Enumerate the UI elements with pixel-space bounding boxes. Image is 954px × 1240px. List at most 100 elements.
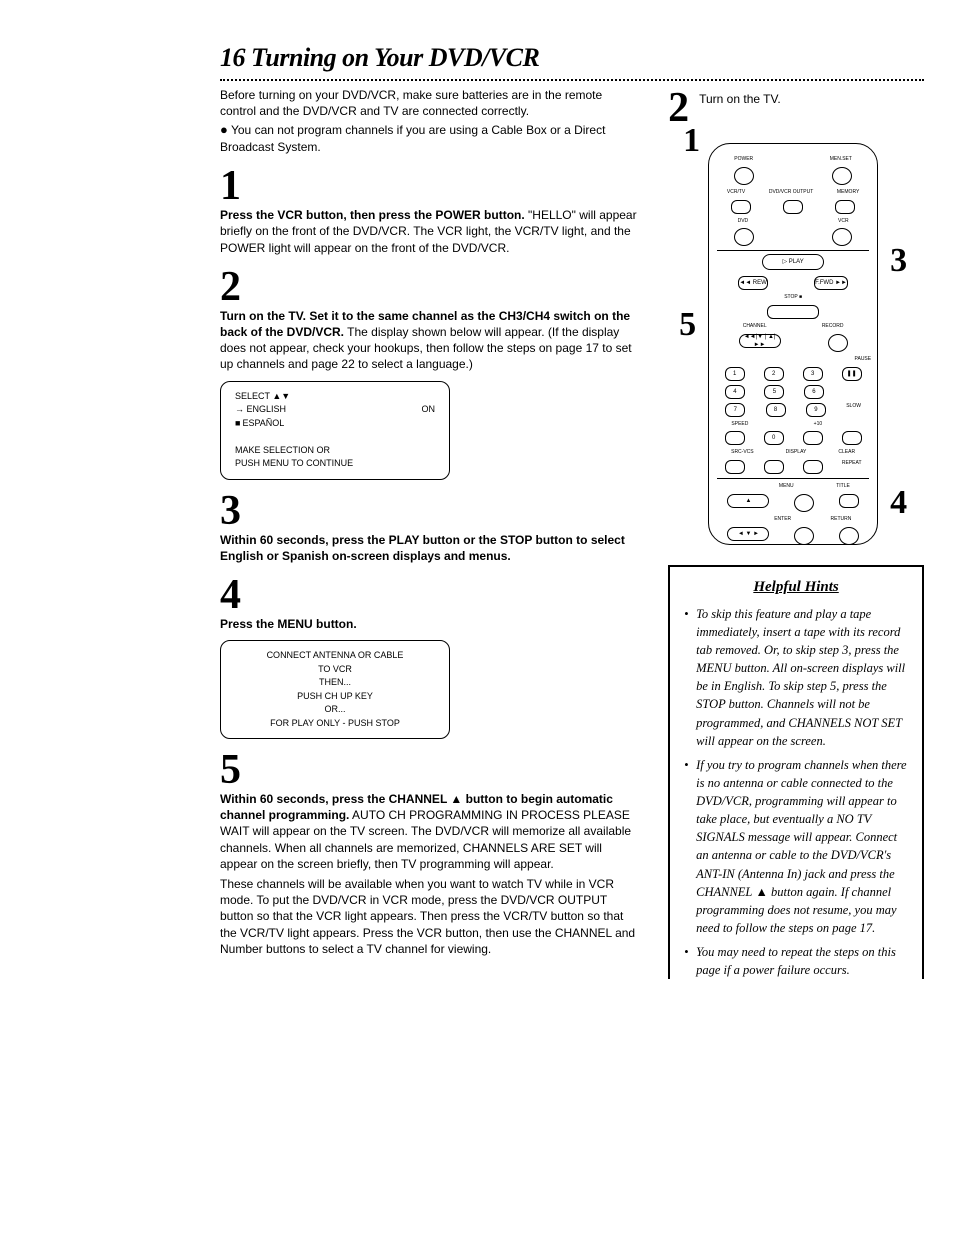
enter-button[interactable] bbox=[794, 527, 814, 545]
vcrtv-label: VCR/TV bbox=[727, 189, 745, 196]
num-2[interactable]: 2 bbox=[764, 367, 784, 381]
record-label: RECORD bbox=[822, 323, 844, 330]
vcr-button[interactable] bbox=[832, 228, 852, 246]
record-button[interactable] bbox=[828, 334, 848, 352]
step-5-text2: These channels will be available when yo… bbox=[220, 876, 640, 957]
dvdvcr-button[interactable] bbox=[783, 200, 803, 214]
dvdvcr-label: DVD/VCR OUTPUT bbox=[769, 189, 813, 196]
srcvcs-button[interactable] bbox=[725, 460, 745, 474]
screen2-l4: PUSH CH UP KEY bbox=[235, 690, 435, 704]
rew-button[interactable]: ◄◄ REW bbox=[738, 276, 768, 290]
step-number-2: 2 bbox=[220, 266, 640, 308]
hint-3: You may need to repeat the steps on this… bbox=[684, 943, 908, 979]
pause-label: PAUSE bbox=[715, 356, 871, 363]
channel-button[interactable]: ◄◄|▼ | ▲|►► bbox=[739, 334, 781, 348]
ffwd-button[interactable]: F.FWD ►► bbox=[814, 276, 848, 290]
hint-2: If you try to program channels when ther… bbox=[684, 756, 908, 937]
step-number-5: 5 bbox=[220, 749, 640, 791]
stop-button[interactable] bbox=[767, 305, 819, 319]
left-column: Before turning on your DVD/VCR, make sur… bbox=[220, 87, 640, 985]
play-button[interactable]: ▷ PLAY bbox=[762, 254, 824, 270]
bullet-icon: ● bbox=[220, 122, 228, 137]
step-1-bold: Press the VCR button, then press the POW… bbox=[220, 208, 525, 222]
num-5[interactable]: 5 bbox=[764, 385, 784, 399]
title-button[interactable] bbox=[839, 494, 859, 508]
display-button[interactable] bbox=[764, 460, 784, 474]
screen1-english: ENGLISH bbox=[235, 404, 286, 414]
enter-label: ENTER bbox=[774, 516, 791, 523]
menset-button[interactable] bbox=[832, 167, 852, 185]
step-5-bold-a: Within 60 seconds, press the CHANNEL bbox=[220, 792, 450, 806]
disp-label: DISPLAY bbox=[786, 449, 807, 456]
remote-control-diagram: 1 3 4 5 POWER MEN.SET VCR/TV DVD/VCR OUTPU… bbox=[708, 143, 878, 545]
step-5-body: Within 60 seconds, press the CHANNEL ▲ b… bbox=[220, 791, 640, 872]
title-label: TITLE bbox=[836, 483, 850, 490]
intro-bullet: ● You can not program channels if you ar… bbox=[220, 121, 640, 155]
step-3-bold: Within 60 seconds, press the PLAY button… bbox=[220, 533, 625, 563]
return-label: RETURN bbox=[831, 516, 852, 523]
vcrtv-button[interactable] bbox=[731, 200, 751, 214]
return-button[interactable] bbox=[839, 527, 859, 545]
step-number-1: 1 bbox=[220, 165, 640, 207]
num-7[interactable]: 7 bbox=[725, 403, 745, 417]
clear-button[interactable] bbox=[803, 460, 823, 474]
num-8[interactable]: 8 bbox=[766, 403, 786, 417]
screen2-l6: FOR PLAY ONLY - PUSH STOP bbox=[235, 717, 435, 731]
screen1-push: PUSH MENU TO CONTINUE bbox=[235, 457, 435, 471]
num-6[interactable]: 6 bbox=[804, 385, 824, 399]
helpful-hints-box: Helpful Hints To skip this feature and p… bbox=[668, 565, 924, 979]
speed-label: SPEED bbox=[731, 421, 748, 428]
chevron-up-icon: ▲ bbox=[450, 792, 462, 806]
p10-button[interactable] bbox=[803, 431, 823, 445]
right-column: 2 Turn on the TV. 1 3 4 5 POWERMEN.SET V… bbox=[668, 87, 924, 985]
screen1-espanol: ESPAÑOL bbox=[235, 418, 284, 428]
page-title: 16 Turning on Your DVD/VCR bbox=[220, 40, 924, 75]
menu-label: MENU bbox=[779, 483, 794, 490]
vcr-label: VCR bbox=[838, 218, 849, 225]
step-1-body: Press the VCR button, then press the POW… bbox=[220, 207, 640, 256]
repeat-label: REPEAT bbox=[842, 460, 862, 474]
nav-lr-button[interactable]: ◄ ▼ ► bbox=[727, 527, 769, 541]
step-number-4: 4 bbox=[220, 574, 640, 616]
screen2-l5: OR... bbox=[235, 703, 435, 717]
intro-bullet-text: You can not program channels if you are … bbox=[220, 123, 605, 154]
num-0[interactable]: 0 bbox=[764, 431, 784, 445]
chevron-up-icon: ▲ bbox=[752, 885, 768, 899]
screen2-l2: TO VCR bbox=[235, 663, 435, 677]
pause-button[interactable]: ❚❚ bbox=[842, 367, 862, 381]
screen2-l3: THEN... bbox=[235, 676, 435, 690]
step-2-body: Turn on the TV. Set it to the same chann… bbox=[220, 308, 640, 373]
callout-3: 3 bbox=[890, 238, 907, 284]
nav-up-button[interactable]: ▲ bbox=[727, 494, 769, 508]
num-3[interactable]: 3 bbox=[803, 367, 823, 381]
hint-2a: If you try to program channels when ther… bbox=[696, 758, 907, 899]
p10-label: +10 bbox=[814, 421, 822, 428]
num-1[interactable]: 1 bbox=[725, 367, 745, 381]
slow-button[interactable] bbox=[842, 431, 862, 445]
screen1-on: ON bbox=[422, 403, 436, 430]
screen1-select: SELECT bbox=[235, 390, 435, 404]
callout-1: 1 bbox=[683, 118, 700, 164]
memory-button[interactable] bbox=[835, 200, 855, 214]
num-4[interactable]: 4 bbox=[725, 385, 745, 399]
stop-label: STOP ■ bbox=[715, 294, 871, 301]
callout-4: 4 bbox=[890, 480, 907, 526]
step-3-body: Within 60 seconds, press the PLAY button… bbox=[220, 532, 640, 564]
num-9[interactable]: 9 bbox=[806, 403, 826, 417]
dvd-label: DVD bbox=[738, 218, 749, 225]
hint-1: To skip this feature and play a tape imm… bbox=[684, 605, 908, 750]
menset-label: MEN.SET bbox=[830, 156, 852, 163]
clear-label: CLEAR bbox=[838, 449, 855, 456]
title-divider bbox=[220, 79, 924, 81]
channel-label: CHANNEL bbox=[743, 323, 767, 330]
intro-text: Before turning on your DVD/VCR, make sur… bbox=[220, 87, 640, 119]
dvd-button[interactable] bbox=[734, 228, 754, 246]
memory-label: MEMORY bbox=[837, 189, 859, 196]
onscreen-display-2: CONNECT ANTENNA OR CABLE TO VCR THEN... … bbox=[220, 640, 450, 739]
power-button[interactable] bbox=[734, 167, 754, 185]
step-4-body: Press the MENU button. bbox=[220, 616, 640, 632]
step-4-bold: Press the MENU button. bbox=[220, 617, 357, 631]
menu-button[interactable] bbox=[794, 494, 814, 512]
power-label: POWER bbox=[734, 156, 753, 163]
speed-button[interactable] bbox=[725, 431, 745, 445]
